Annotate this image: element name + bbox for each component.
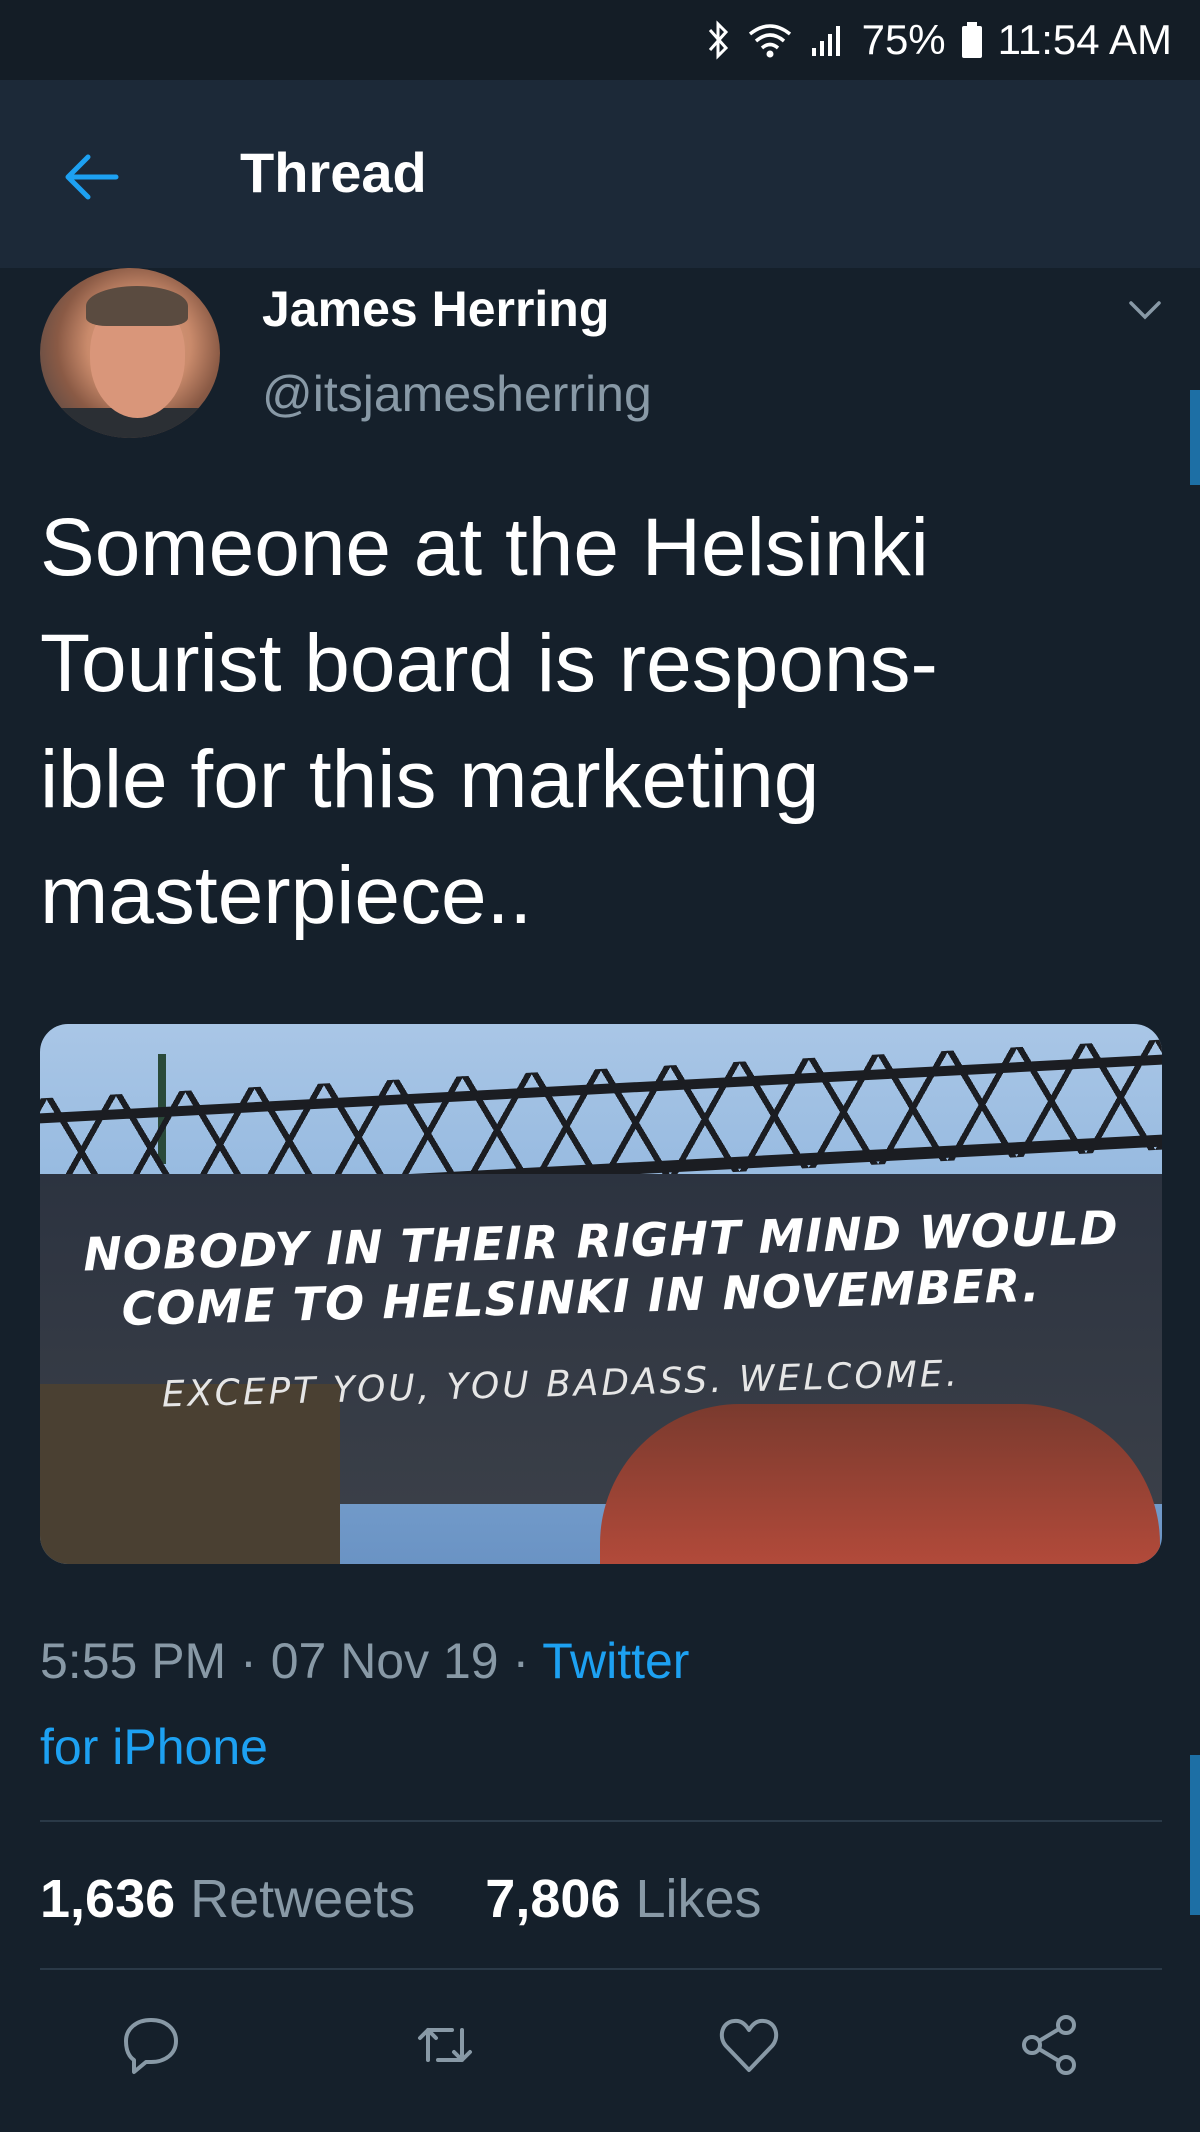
arrow-left-icon (65, 154, 119, 200)
bluetooth-icon (706, 20, 732, 60)
likes-label: Likes (635, 1869, 762, 1929)
wifi-icon (746, 20, 794, 60)
battery-percent: 75% (861, 16, 946, 63)
back-button[interactable] (58, 142, 128, 212)
separator: · (512, 1633, 530, 1689)
like-button[interactable] (714, 2010, 784, 2080)
battery-icon (960, 20, 984, 60)
author-name[interactable]: James Herring (262, 280, 609, 338)
likes-stat[interactable]: 7,806 Likes (485, 1869, 761, 1929)
clock: 11:54 AM (997, 16, 1172, 63)
divider (40, 1968, 1162, 1970)
scrollbar-thumb[interactable] (1190, 1755, 1200, 1915)
reply-icon (124, 2018, 178, 2074)
tweet-time: 5:55 PM (40, 1633, 227, 1689)
status-bar: 75% 11:54 AM (0, 0, 1200, 80)
retweets-label: Retweets (190, 1869, 416, 1929)
retweets-count: 1,636 (40, 1869, 176, 1929)
retweet-button[interactable] (410, 2010, 480, 2080)
tweet-image[interactable]: NOBODY IN THEIR RIGHT MIND WOULD COME TO… (40, 1024, 1162, 1564)
tweet-text-line: ible for this marketing (40, 734, 820, 825)
share-button[interactable] (1014, 2010, 1084, 2080)
tweet-source-link[interactable]: for iPhone (40, 1719, 268, 1775)
action-bar (0, 2000, 1200, 2090)
tweet-source-link[interactable]: Twitter (542, 1633, 689, 1689)
chevron-down-icon[interactable] (1125, 295, 1165, 325)
avatar[interactable] (40, 268, 220, 438)
like-icon (719, 2018, 779, 2072)
divider (40, 1820, 1162, 1822)
tweet-text-line: Someone at the Helsinki (40, 502, 929, 593)
scrollbar-thumb[interactable] (1190, 390, 1200, 485)
tweet-text: Someone at the Helsinki Tourist board is… (40, 490, 1160, 954)
likes-count: 7,806 (485, 1869, 621, 1929)
share-icon (1022, 2015, 1076, 2075)
tweet-text-line: masterpiece.. (40, 850, 533, 941)
tweet-date: 07 Nov 19 (270, 1633, 499, 1689)
reply-button[interactable] (116, 2010, 186, 2080)
signal-icon (808, 20, 848, 60)
app-header: Thread (0, 80, 1200, 268)
retweet-icon (418, 2028, 472, 2062)
tweet-text-line: Tourist board is respons- (40, 618, 938, 709)
separator: · (240, 1633, 257, 1689)
retweets-stat[interactable]: 1,636 Retweets (40, 1869, 430, 1929)
page-title: Thread (240, 141, 427, 204)
tweet-stats: 1,636 Retweets 7,806 Likes (40, 1868, 762, 1930)
tweet-meta: 5:55 PM · 07 Nov 19 · Twitter for iPhone (40, 1618, 1100, 1790)
author-handle[interactable]: @itsjamesherring (262, 365, 652, 423)
